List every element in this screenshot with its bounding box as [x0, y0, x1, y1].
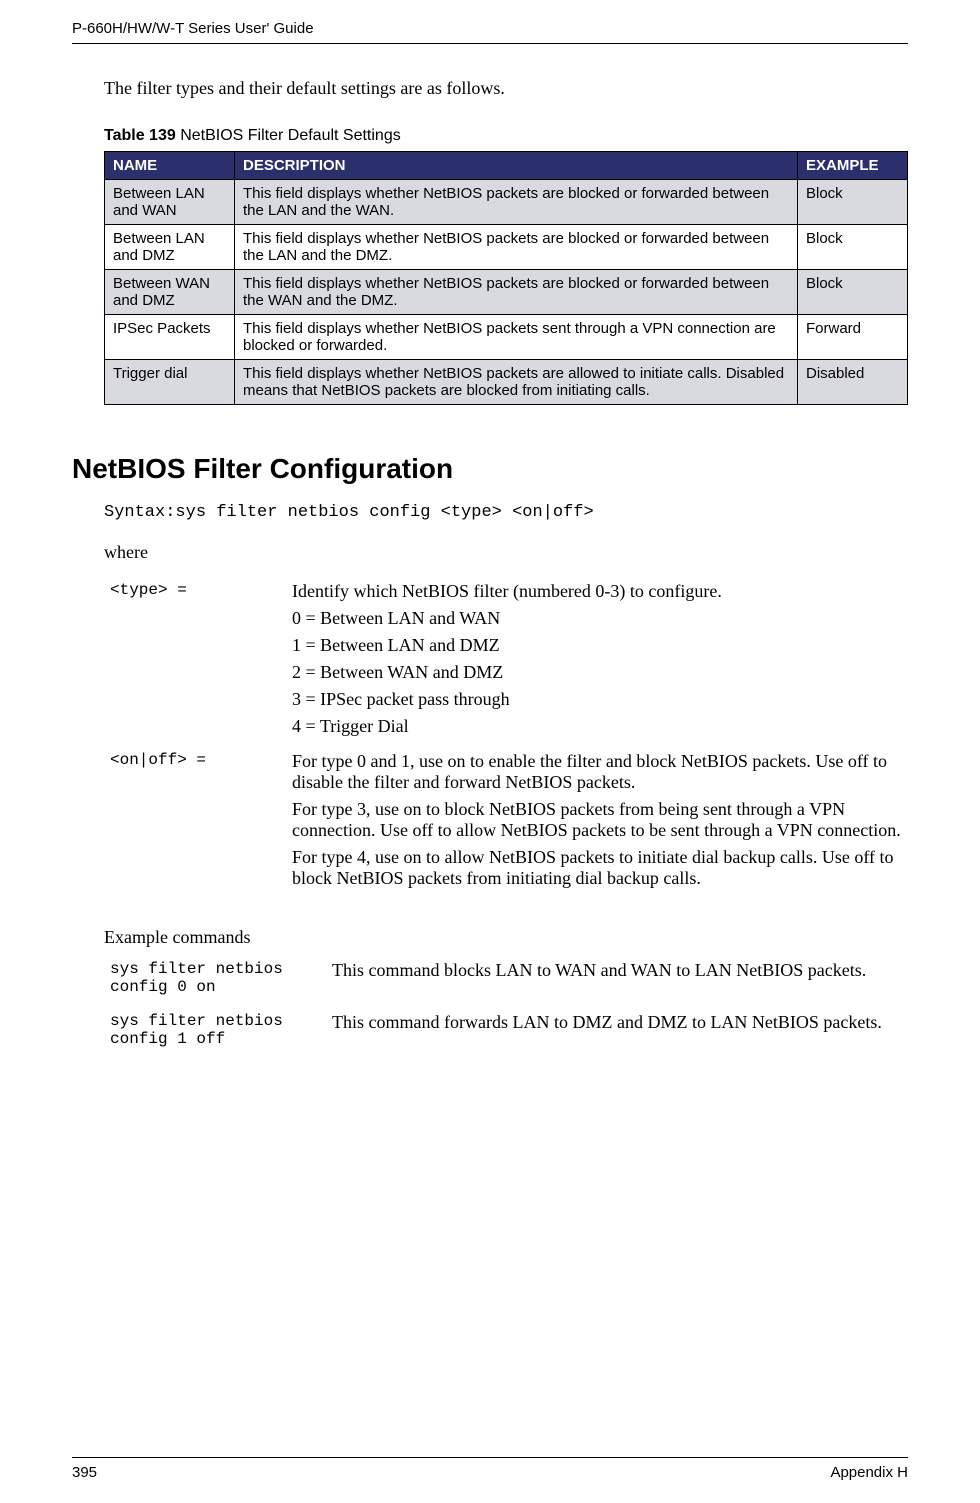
param-onoff-desc-2: For type 3, use on to block NetBIOS pack…: [292, 799, 902, 841]
example-desc: This command forwards LAN to DMZ and DMZ…: [326, 1010, 908, 1062]
examples-table: sys filter netbios config 0 on This comm…: [104, 958, 908, 1062]
table-number: Table 139: [104, 127, 176, 144]
cell-desc: This field displays whether NetBIOS pack…: [235, 270, 798, 315]
syntax-line: Syntax:sys filter netbios config <type> …: [104, 503, 908, 522]
th-example: EXAMPLE: [798, 152, 908, 180]
example-cmd: sys filter netbios config 1 off: [104, 1010, 326, 1062]
table-caption: Table 139 NetBIOS Filter Default Setting…: [104, 127, 908, 145]
cell-example: Block: [798, 180, 908, 225]
table-row: IPSec Packets This field displays whethe…: [105, 315, 908, 360]
table-row: Between LAN and DMZ This field displays …: [105, 225, 908, 270]
cell-name: IPSec Packets: [105, 315, 235, 360]
th-name: NAME: [105, 152, 235, 180]
param-type-opt-0: 0 = Between LAN and WAN: [292, 608, 902, 629]
param-type-label: <type> =: [104, 577, 286, 747]
param-onoff-label: <on|off> =: [104, 747, 286, 899]
cell-example: Block: [798, 225, 908, 270]
cell-desc: This field displays whether NetBIOS pack…: [235, 225, 798, 270]
cell-example: Disabled: [798, 360, 908, 405]
page-footer: 395 Appendix H: [72, 1457, 908, 1481]
param-type-intro: Identify which NetBIOS filter (numbered …: [292, 581, 902, 602]
where-label: where: [104, 542, 908, 563]
example-desc: This command blocks LAN to WAN and WAN t…: [326, 958, 908, 1010]
param-type-opt-4: 4 = Trigger Dial: [292, 716, 902, 737]
param-onoff-desc-1: For type 0 and 1, use on to enable the f…: [292, 751, 902, 793]
cell-name: Between LAN and DMZ: [105, 225, 235, 270]
table-row: Trigger dial This field displays whether…: [105, 360, 908, 405]
cell-desc: This field displays whether NetBIOS pack…: [235, 180, 798, 225]
param-onoff-desc-3: For type 4, use on to allow NetBIOS pack…: [292, 847, 902, 889]
th-description: DESCRIPTION: [235, 152, 798, 180]
examples-heading: Example commands: [104, 927, 908, 948]
running-head: P-660H/HW/W-T Series User' Guide: [72, 20, 908, 44]
cell-name: Between WAN and DMZ: [105, 270, 235, 315]
cell-name: Trigger dial: [105, 360, 235, 405]
cell-desc: This field displays whether NetBIOS pack…: [235, 360, 798, 405]
intro-paragraph: The filter types and their default setti…: [104, 78, 908, 99]
table-row: Between LAN and WAN This field displays …: [105, 180, 908, 225]
param-type-opt-3: 3 = IPSec packet pass through: [292, 689, 902, 710]
filter-settings-table: NAME DESCRIPTION EXAMPLE Between LAN and…: [104, 151, 908, 405]
table-row: Between WAN and DMZ This field displays …: [105, 270, 908, 315]
param-type-opt-2: 2 = Between WAN and DMZ: [292, 662, 902, 683]
param-type-opt-1: 1 = Between LAN and DMZ: [292, 635, 902, 656]
cell-desc: This field displays whether NetBIOS pack…: [235, 315, 798, 360]
section-heading: NetBIOS Filter Configuration: [72, 453, 908, 485]
cell-example: Forward: [798, 315, 908, 360]
appendix-label: Appendix H: [830, 1464, 908, 1481]
parameter-table: <type> = Identify which NetBIOS filter (…: [104, 577, 908, 899]
table-title: NetBIOS Filter Default Settings: [176, 127, 401, 144]
cell-example: Block: [798, 270, 908, 315]
cell-name: Between LAN and WAN: [105, 180, 235, 225]
page-number: 395: [72, 1464, 97, 1481]
example-cmd: sys filter netbios config 0 on: [104, 958, 326, 1010]
